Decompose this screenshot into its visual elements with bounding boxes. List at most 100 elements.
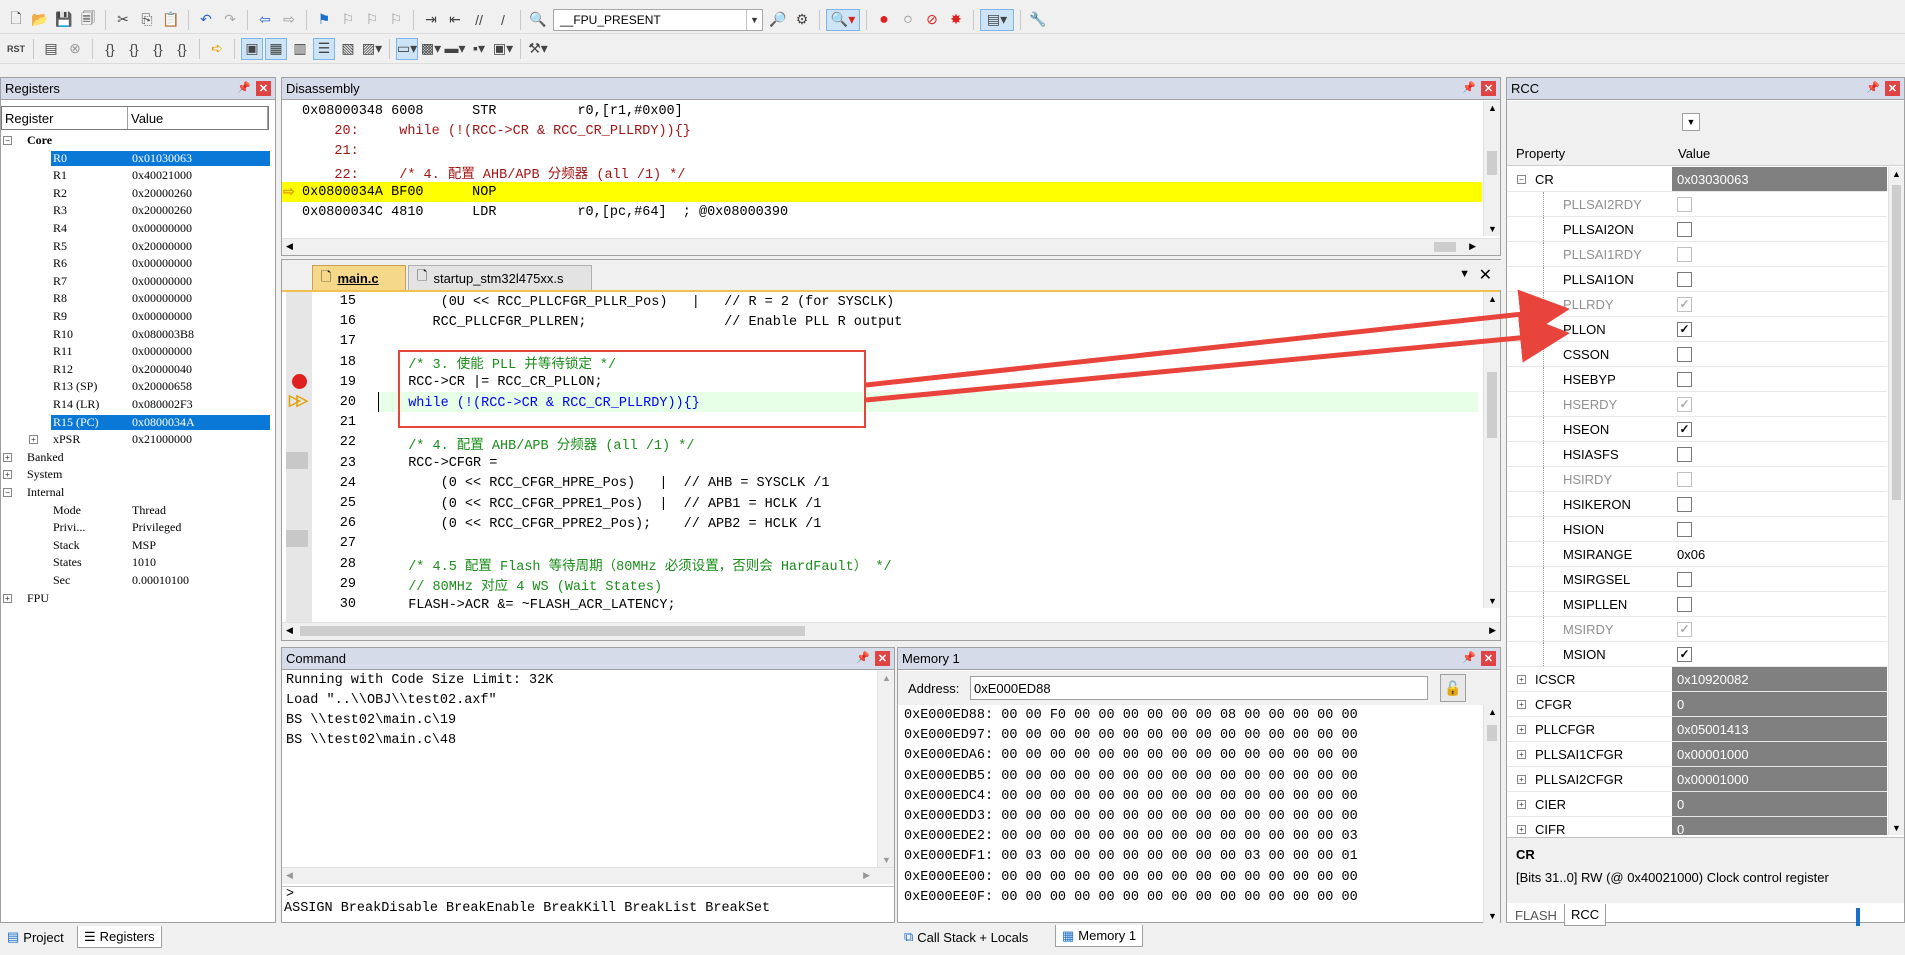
register-value[interactable]: 0x00000000 — [132, 344, 192, 359]
unindent-icon[interactable]: ⇤ — [444, 9, 466, 31]
close-icon[interactable]: ✕ — [1481, 81, 1496, 96]
register-value[interactable]: 0x00000000 — [132, 221, 192, 236]
code-line[interactable]: FLASH->ACR &= ~FLASH_ACR_LATENCY; — [392, 595, 675, 615]
target-combo[interactable]: __FPU_PRESENT ▼ — [553, 8, 763, 31]
rcc-register-row[interactable]: + CIER 0 — [1507, 792, 1887, 817]
close-icon[interactable]: ✕ — [1481, 651, 1496, 666]
collapse-icon[interactable]: − — [1517, 175, 1526, 184]
pin-icon[interactable]: 📌 — [237, 81, 251, 94]
registers-window-icon[interactable]: ☰ — [313, 37, 335, 60]
expand-icon[interactable]: + — [1517, 825, 1526, 834]
indent-icon[interactable]: ⇥ — [420, 9, 442, 31]
rcc-bit-row[interactable]: MSIRANGE 0x06 — [1507, 542, 1887, 567]
checkbox-unchecked[interactable] — [1677, 496, 1692, 512]
memory-row[interactable]: 0xE000EDC4: 00 00 00 00 00 00 00 00 00 0… — [904, 789, 1358, 809]
expand-icon[interactable]: + — [1517, 700, 1526, 709]
rcc-bit-row[interactable]: HSIASFS — [1507, 442, 1887, 467]
value-column-header[interactable]: Value — [1678, 146, 1710, 161]
checkbox-unchecked[interactable] — [1677, 521, 1692, 537]
memory-row[interactable]: 0xE000EE00: 00 00 00 00 00 00 00 00 00 0… — [904, 870, 1358, 890]
register-value[interactable]: 0x0800034A — [130, 414, 270, 430]
property-value[interactable] — [1672, 567, 1887, 591]
next-bookmark-icon[interactable]: ⚐ — [361, 9, 383, 31]
memory-row[interactable]: 0xE000EDF1: 00 03 00 00 00 00 00 00 00 0… — [904, 849, 1358, 869]
memory-window-icon[interactable]: ▭▾ — [396, 37, 418, 60]
scroll-left-icon[interactable]: ◀ — [286, 625, 293, 636]
copy-icon[interactable]: ⎘ — [136, 9, 158, 31]
property-value[interactable]: 0x00001000 — [1672, 767, 1887, 791]
register-row[interactable]: R2 0x20000260 — [1, 185, 271, 202]
memory-row[interactable]: 0xE000EDD3: 00 00 00 00 00 00 00 00 00 0… — [904, 809, 1358, 829]
save-icon[interactable]: 💾 — [53, 9, 75, 31]
register-value[interactable]: 0x20000260 — [132, 186, 192, 201]
property-value[interactable] — [1672, 217, 1887, 241]
register-value[interactable]: 0x01030063 — [130, 150, 270, 166]
tab-registers[interactable]: ☰ Registers — [77, 926, 162, 948]
tab-project[interactable]: ▤ Project — [1, 926, 70, 948]
disasm-line[interactable]: 0x08000348 6008 STR r0,[r1,#0x00] — [302, 101, 683, 121]
value-column-header[interactable]: Value — [128, 107, 268, 129]
register-value[interactable]: 0x21000000 — [132, 432, 192, 447]
code-line[interactable]: (0U << RCC_PLLCFGR_PLLR_Pos) | // R = 2 … — [392, 292, 895, 312]
clear-bookmarks-icon[interactable]: ⚐ — [385, 9, 407, 31]
expand-icon[interactable]: + — [1517, 800, 1526, 809]
rcc-register-row[interactable]: + PLLSAI2CFGR 0x00001000 — [1507, 767, 1887, 792]
command-hscrollbar[interactable]: ◀ ▶ — [282, 867, 894, 884]
property-value[interactable] — [1672, 267, 1887, 291]
property-value[interactable]: 0x00001000 — [1672, 742, 1887, 766]
memory-dump[interactable]: 0xE000ED88: 00 00 F0 00 00 00 00 00 00 0… — [898, 708, 1478, 920]
rcc-bit-row[interactable]: HSERDY ✓ — [1507, 392, 1887, 417]
property-value[interactable] — [1672, 467, 1887, 491]
register-row[interactable]: Stack MSP — [1, 537, 271, 554]
tab-main-c[interactable]: 🗋 main.c — [312, 265, 406, 291]
disassembly-hscrollbar[interactable]: ◀ ▶ — [282, 238, 1500, 255]
scroll-up-icon[interactable]: ▲ — [1488, 707, 1497, 717]
scroll-down-icon[interactable]: ▼ — [1892, 823, 1901, 833]
command-window-icon[interactable]: ▣ — [241, 37, 263, 60]
register-value[interactable]: MSP — [132, 538, 156, 553]
debug-session-icon[interactable]: 🔍▾ — [826, 8, 860, 31]
bookmark-icon[interactable]: ⚑ — [313, 9, 335, 31]
register-value[interactable]: Privileged — [132, 520, 181, 535]
property-value[interactable]: ✓ — [1672, 317, 1887, 341]
tab-memory-1[interactable]: ▦ Memory 1 — [1055, 925, 1144, 947]
register-row[interactable]: R5 0x20000000 — [1, 238, 271, 255]
scroll-right-icon[interactable]: ▶ — [1489, 625, 1496, 636]
property-column-header[interactable]: Property — [1516, 146, 1565, 161]
property-value[interactable]: 0 — [1672, 692, 1887, 716]
property-value[interactable]: 0x06 — [1672, 542, 1887, 566]
register-row[interactable]: R7 0x00000000 — [1, 273, 271, 290]
step-over-icon[interactable]: {} — [123, 38, 145, 60]
disasm-source-line[interactable]: 21: — [302, 141, 358, 161]
register-value[interactable]: 0x00000000 — [132, 291, 192, 306]
rcc-bit-row[interactable]: MSION ✓ — [1507, 642, 1887, 667]
memory-row[interactable]: 0xE000ED97: 00 00 00 00 00 00 00 00 00 0… — [904, 728, 1358, 748]
property-value[interactable]: 0x05001413 — [1672, 717, 1887, 741]
disasm-source-line[interactable]: 22: /* 4. 配置 AHB/APB 分频器 (all /1) */ — [302, 162, 685, 183]
window-layout-icon[interactable]: ▤▾ — [980, 8, 1014, 31]
property-value[interactable] — [1672, 442, 1887, 466]
breakpoint-icon[interactable]: ● — [873, 9, 895, 31]
code-line[interactable]: // 80MHz 对应 4 WS (Wait States) — [392, 575, 662, 595]
configure-icon[interactable]: ⚙ — [791, 9, 813, 31]
register-value[interactable]: 0.00010100 — [132, 573, 189, 588]
symbols-window-icon[interactable]: ▥ — [289, 38, 311, 60]
register-row[interactable]: R12 0x20000040 — [1, 361, 271, 378]
scroll-up-icon[interactable]: ▲ — [1488, 294, 1497, 304]
register-row[interactable]: R11 0x00000000 — [1, 343, 271, 360]
scroll-thumb[interactable] — [1487, 725, 1497, 741]
scroll-thumb[interactable] — [300, 626, 805, 636]
code-line[interactable]: /* 4.5 配置 Flash 等待周期（80MHz 必须设置，否则会 Hard… — [392, 555, 891, 575]
disable-breakpoint-icon[interactable]: ○ — [897, 9, 919, 31]
register-row[interactable]: States 1010 — [1, 554, 271, 571]
expand-icon[interactable]: + — [3, 452, 12, 462]
property-value[interactable]: ✓ — [1672, 417, 1887, 441]
rcc-bit-row[interactable]: MSIRDY ✓ — [1507, 617, 1887, 642]
cut-icon[interactable]: ✂ — [112, 9, 134, 31]
scroll-down-icon[interactable]: ▼ — [1488, 596, 1497, 606]
scroll-down-icon[interactable]: ▼ — [882, 855, 891, 865]
scroll-thumb[interactable] — [1434, 242, 1456, 252]
close-icon[interactable]: ✕ — [1479, 265, 1492, 285]
property-value[interactable] — [1672, 367, 1887, 391]
collapse-icon[interactable]: − — [3, 488, 12, 497]
